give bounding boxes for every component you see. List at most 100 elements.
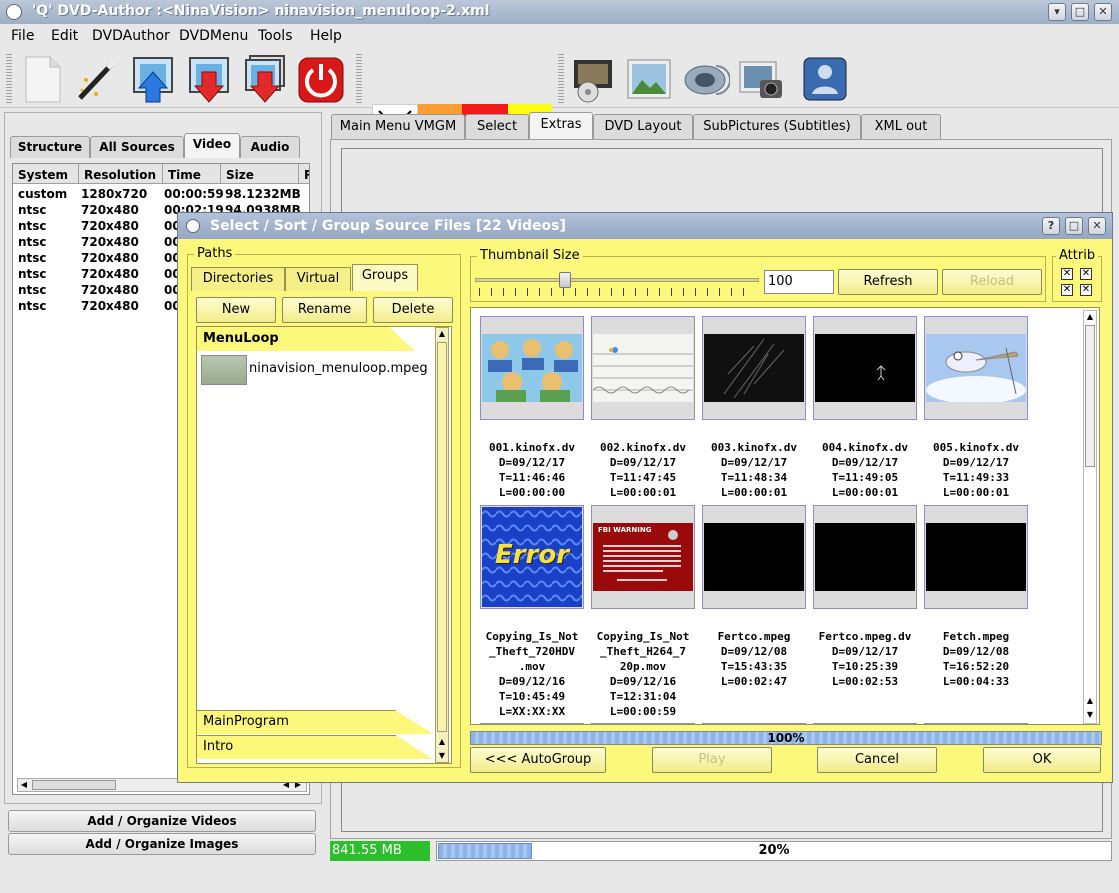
rename-group-button[interactable]: Rename: [282, 297, 367, 323]
scroll-up-icon[interactable]: ▲: [436, 328, 448, 340]
thumbnail-item[interactable]: [702, 316, 806, 420]
caption-line: L=00:02:47: [720, 675, 788, 688]
menu-file[interactable]: File: [11, 28, 34, 44]
new-document-icon[interactable]: [18, 54, 68, 104]
group-mainprogram[interactable]: MainProgram: [197, 710, 433, 734]
dialog-maximize-button[interactable]: □: [1065, 217, 1083, 235]
thumbnail-grid[interactable]: 001.kinofx.dv D=09/12/17 T=11:46:46 L=00:00…: [470, 307, 1100, 725]
thumbnail-item[interactable]: [591, 723, 695, 724]
column-time[interactable]: Time: [163, 164, 221, 184]
group-intro[interactable]: Intro: [197, 735, 433, 759]
menu-tools[interactable]: Tools: [258, 28, 293, 44]
thumbnail-item[interactable]: [480, 723, 584, 724]
menu-help[interactable]: Help: [310, 28, 342, 44]
column-resolution[interactable]: Resolution: [79, 164, 163, 184]
thumbnail-item[interactable]: Error: [480, 505, 584, 609]
power-icon[interactable]: [296, 54, 346, 104]
image-icon[interactable]: [624, 54, 674, 104]
import-icon[interactable]: [128, 54, 178, 104]
attrib-checkbox[interactable]: ✕: [1080, 268, 1092, 280]
scroll-thumb[interactable]: [437, 342, 447, 732]
column-size[interactable]: Size: [221, 164, 299, 184]
attrib-checkbox[interactable]: ✕: [1080, 284, 1092, 296]
thumbnail-item[interactable]: [924, 505, 1028, 609]
dialog-help-button[interactable]: ?: [1042, 217, 1060, 235]
thumbnail-item[interactable]: [813, 723, 917, 724]
tab-select[interactable]: Select: [465, 114, 529, 140]
add-organize-images-button[interactable]: Add / Organize Images: [8, 833, 316, 855]
thumbnail-item[interactable]: [702, 723, 806, 724]
tab-directories[interactable]: Directories: [191, 267, 285, 291]
thumbnail-item[interactable]: [924, 316, 1028, 420]
tab-main-menu-vmgm[interactable]: Main Menu VMGM: [331, 114, 465, 140]
scroll-left-icon[interactable]: ◀: [18, 779, 30, 791]
menu-dvdmenu[interactable]: DVDMenu: [179, 28, 248, 44]
attrib-checkbox[interactable]: ✕: [1061, 268, 1073, 280]
scroll-up-icon[interactable]: ▲: [1084, 695, 1096, 707]
export-icon[interactable]: [184, 54, 234, 104]
thumbnail-item[interactable]: [702, 505, 806, 609]
cancel-button[interactable]: Cancel: [817, 747, 937, 773]
slider-handle[interactable]: [559, 272, 571, 288]
thumbnail-image: [704, 334, 804, 402]
groups-scrollbar[interactable]: ▲ ▲ ▼: [435, 327, 449, 763]
groups-list[interactable]: MenuLoop ninavision_menuloop.mpeg MainPr…: [196, 326, 452, 764]
scroll-thumb[interactable]: [1085, 325, 1095, 467]
tab-video[interactable]: Video: [184, 133, 240, 158]
column-system[interactable]: System: [13, 164, 79, 184]
thumbnail-scrollbar[interactable]: ▲ ▲ ▼: [1083, 310, 1097, 724]
thumbnail-item[interactable]: [591, 316, 695, 420]
thumbnail-size-input[interactable]: 100: [764, 270, 834, 294]
reload-button[interactable]: Reload: [942, 269, 1042, 295]
ok-button[interactable]: OK: [983, 747, 1101, 773]
tab-xml-out[interactable]: XML out: [861, 114, 941, 140]
scroll-up-icon[interactable]: ▲: [1084, 311, 1096, 323]
close-button[interactable]: ✕: [1094, 3, 1112, 21]
scroll-thumb[interactable]: [32, 780, 116, 790]
dialog-close-button[interactable]: ✕: [1088, 217, 1106, 235]
thumbnail-item[interactable]: [813, 316, 917, 420]
tab-all-sources[interactable]: All Sources: [90, 136, 184, 158]
user-folder-icon[interactable]: [800, 54, 850, 104]
app-icon[interactable]: [6, 4, 22, 20]
thumbnail-item[interactable]: [480, 316, 584, 420]
toolbar-grip-2[interactable]: [356, 52, 362, 104]
tab-subpictures[interactable]: SubPictures (Subtitles): [693, 114, 861, 140]
scroll-down-icon[interactable]: ▼: [1084, 709, 1096, 721]
dialog-icon[interactable]: [186, 219, 200, 233]
tab-structure[interactable]: Structure: [10, 136, 90, 158]
magic-wand-icon[interactable]: [72, 54, 122, 104]
toolbar-grip[interactable]: [6, 52, 12, 104]
thumbnail-size-slider[interactable]: [475, 272, 759, 298]
maximize-button[interactable]: □: [1071, 3, 1089, 21]
tab-extras[interactable]: Extras: [529, 112, 593, 141]
group-menuloop[interactable]: MenuLoop: [197, 327, 415, 351]
menu-edit[interactable]: Edit: [51, 28, 78, 44]
export-all-icon[interactable]: [240, 54, 290, 104]
thumbnail-item[interactable]: [813, 505, 917, 609]
camera-icon[interactable]: [736, 54, 786, 104]
tab-groups[interactable]: Groups: [352, 264, 418, 291]
new-group-button[interactable]: New: [196, 297, 276, 323]
play-button[interactable]: Play: [652, 747, 772, 773]
autogroup-button[interactable]: <<< AutoGroup: [470, 747, 606, 773]
table-row[interactable]: custom 1280x720 00:00:59 98.1232MB: [13, 187, 309, 203]
minimize-button[interactable]: ▾: [1048, 3, 1066, 21]
tab-dvd-layout[interactable]: DVD Layout: [593, 114, 693, 140]
thumbnail-item[interactable]: FBI WARNING: [591, 505, 695, 609]
column-r[interactable]: R: [299, 164, 309, 184]
video-film-icon[interactable]: [568, 54, 618, 104]
group-file-item[interactable]: ninavision_menuloop.mpeg: [249, 361, 428, 376]
tab-audio[interactable]: Audio: [240, 136, 300, 158]
audio-speaker-icon[interactable]: [680, 54, 731, 104]
delete-group-button[interactable]: Delete: [373, 297, 453, 323]
attrib-checkbox[interactable]: ✕: [1061, 284, 1073, 296]
scroll-down-icon[interactable]: ▼: [436, 750, 448, 762]
scroll-up-icon[interactable]: ▲: [436, 736, 448, 748]
thumbnail-item[interactable]: [924, 723, 1028, 724]
tab-virtual[interactable]: Virtual: [285, 267, 351, 291]
menu-dvdauthor[interactable]: DVDAuthor: [92, 28, 170, 44]
add-organize-videos-button[interactable]: Add / Organize Videos: [8, 810, 316, 832]
refresh-button[interactable]: Refresh: [838, 269, 938, 295]
toolbar-grip-3[interactable]: [558, 52, 564, 104]
